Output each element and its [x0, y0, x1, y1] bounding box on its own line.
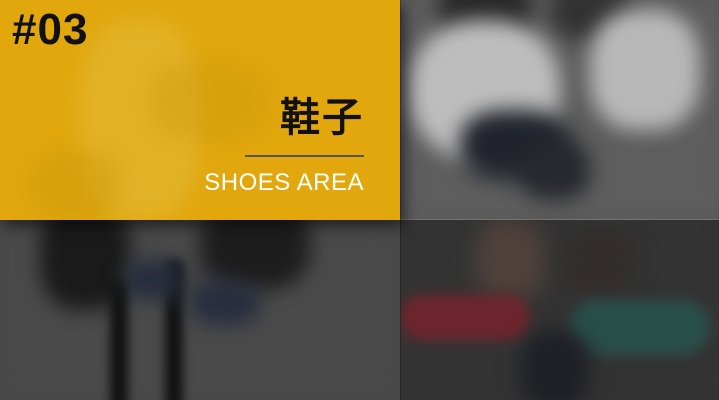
section-subtitle: SHOES AREA	[204, 169, 364, 196]
section-title-panel: #03 鞋子 SHOES AREA	[0, 0, 400, 220]
section-number: #03	[12, 5, 89, 54]
title-divider	[245, 155, 364, 157]
tile-divider	[400, 219, 719, 220]
slide: #03 鞋子 SHOES AREA	[0, 0, 719, 400]
tile-divider	[400, 0, 401, 400]
section-title: 鞋子	[280, 95, 364, 141]
